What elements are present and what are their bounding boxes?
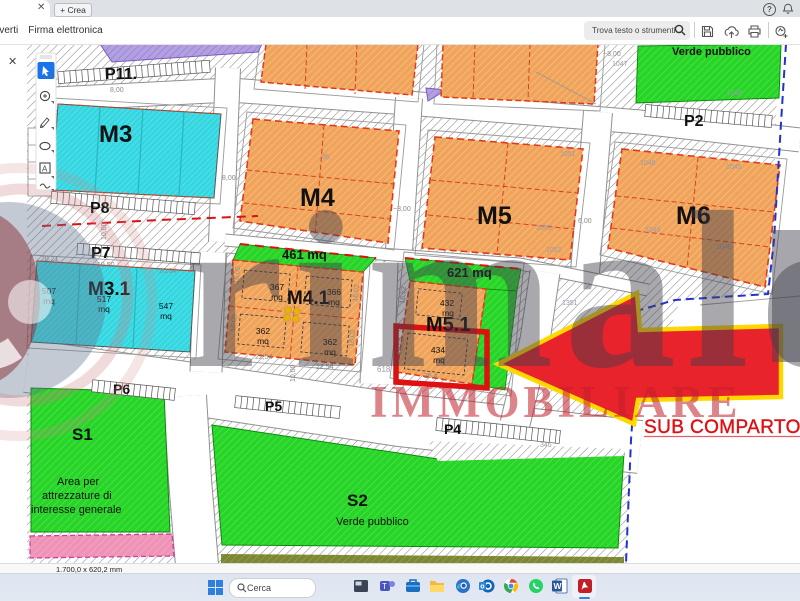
svg-text:P2: P2 [684,113,704,130]
svg-text:P11.: P11. [105,66,137,83]
svg-text:20,84: 20,84 [159,268,177,275]
svg-text:✕: ✕ [8,56,17,68]
svg-text:mq: mq [160,311,172,321]
svg-text:M3: M3 [99,121,132,148]
svg-text:1047: 1047 [612,61,628,68]
svg-text:Verde pubblico: Verde pubblico [672,46,751,58]
svg-text:346: 346 [540,442,552,449]
svg-text:SUB COMPARTO G: SUB COMPARTO G [644,417,800,438]
svg-text:96: 96 [322,154,330,161]
svg-text:~8,00: ~8,00 [603,51,621,58]
svg-text:Verde pubblico: Verde pubblico [336,516,409,528]
svg-text:o: o [480,584,484,591]
svg-text:Area per: Area per [57,476,100,488]
svg-text:attrezzature di: attrezzature di [42,490,112,502]
svg-text:interesse generale: interesse generale [31,504,122,516]
svg-text:A: A [42,165,48,174]
svg-text:1051: 1051 [560,151,576,158]
svg-text:T: T [382,582,387,591]
svg-text:W: W [554,581,563,591]
svg-text:8,00: 8,00 [110,87,124,94]
svg-text:1046: 1046 [727,90,743,97]
svg-text:S2: S2 [347,491,368,510]
svg-text:547: 547 [159,301,173,311]
